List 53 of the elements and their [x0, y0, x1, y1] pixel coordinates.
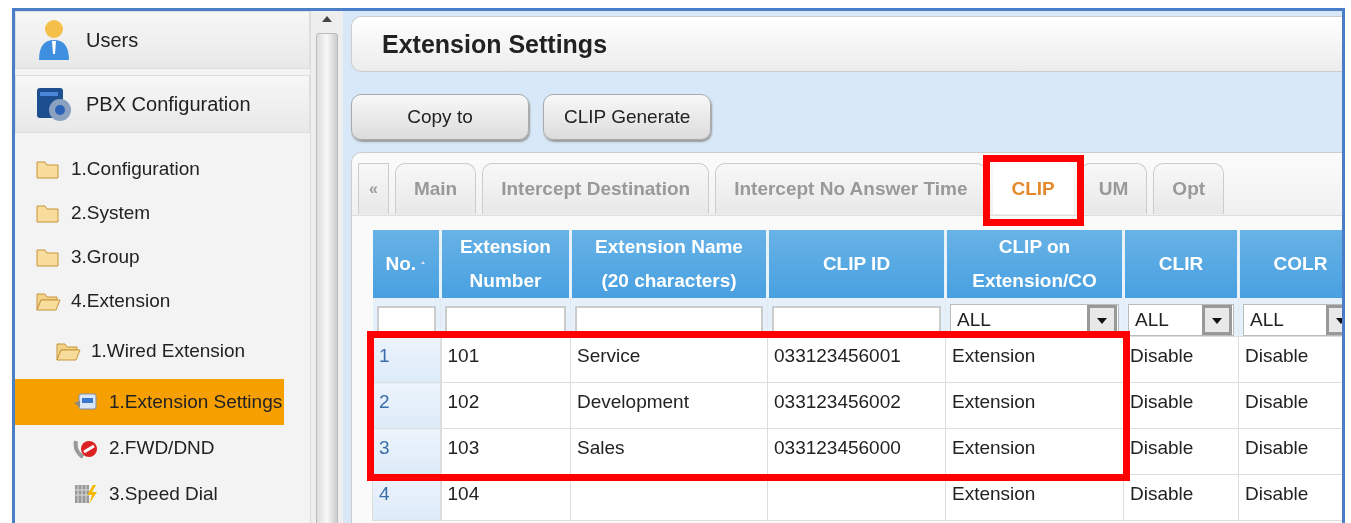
- table-cell: 033123456000: [767, 428, 946, 475]
- filter-field[interactable]: [376, 306, 436, 334]
- header-label: No.: [385, 252, 417, 276]
- tree-label: 1.Configuration: [71, 158, 200, 180]
- lightning-icon: [73, 483, 99, 505]
- tree-label: 1.Extension Settings: [109, 391, 283, 413]
- tree-item[interactable]: 1.Wired Extension: [15, 323, 248, 379]
- table-cell: 102: [440, 382, 571, 429]
- tree-label: 3.Speed Dial: [109, 483, 218, 505]
- tree-label: 1.Wired Extension: [91, 340, 246, 362]
- table-cell: 033123456002: [767, 382, 946, 429]
- tree-item[interactable]: 1.Extension Settings: [15, 379, 285, 425]
- tree-item[interactable]: 3.Group: [15, 235, 142, 279]
- tree-item[interactable]: 3.Speed Dial: [15, 471, 220, 517]
- table-cell: Disable: [1238, 336, 1342, 383]
- table-cell: Extension: [945, 382, 1124, 429]
- tree-item[interactable]: 1.Configuration: [15, 147, 202, 191]
- tree-label: 4.Extension: [71, 290, 171, 312]
- table-cell: 101: [440, 336, 571, 383]
- sidebar-panel[interactable]: Users: [15, 11, 310, 69]
- table-cell: Disable: [1238, 382, 1342, 429]
- table-cell: Extension: [945, 428, 1124, 475]
- table-cell: 3: [372, 428, 441, 475]
- table-cell: 1: [372, 336, 441, 383]
- toolbar-button[interactable]: Copy to: [351, 94, 529, 140]
- tree-item[interactable]: 2.FWD/DND: [15, 425, 217, 471]
- toolbar-button[interactable]: CLIP Generate: [543, 94, 712, 140]
- panel-label: Users: [86, 28, 139, 52]
- filter-field[interactable]: [772, 306, 941, 334]
- tree-item[interactable]: 4.Extension: [15, 279, 173, 323]
- settings-icon: [73, 391, 99, 413]
- filter-dropdown[interactable]: ALL: [1243, 304, 1342, 336]
- filter-field[interactable]: [575, 306, 763, 334]
- table-cell: 033123456001: [767, 336, 946, 383]
- tree-label: 2.FWD/DND: [109, 437, 215, 459]
- table-cell: Disable: [1238, 474, 1342, 521]
- table-cell: 2: [372, 382, 441, 429]
- table-cell: Development: [570, 382, 768, 429]
- table-cell: 103: [440, 428, 571, 475]
- tree-label: 2.System: [71, 202, 151, 224]
- filter-field[interactable]: [445, 306, 566, 334]
- table-cell: Service: [570, 336, 768, 383]
- tree-item[interactable]: 2.System: [15, 191, 153, 235]
- table-cell: Disable: [1238, 428, 1342, 475]
- filter-dropdown[interactable]: ALL: [1128, 304, 1234, 336]
- table-cell: Sales: [570, 428, 768, 475]
- table-cell: Extension: [945, 336, 1124, 383]
- panel-label: PBX Configuration: [86, 92, 251, 116]
- table-cell: Disable: [1123, 474, 1239, 521]
- tree-label: 3.Group: [71, 246, 140, 268]
- sidebar-panel[interactable]: PBX Configuration: [15, 75, 310, 133]
- page-title: Extension Settings: [382, 29, 608, 59]
- scrollbar[interactable]: [310, 11, 343, 523]
